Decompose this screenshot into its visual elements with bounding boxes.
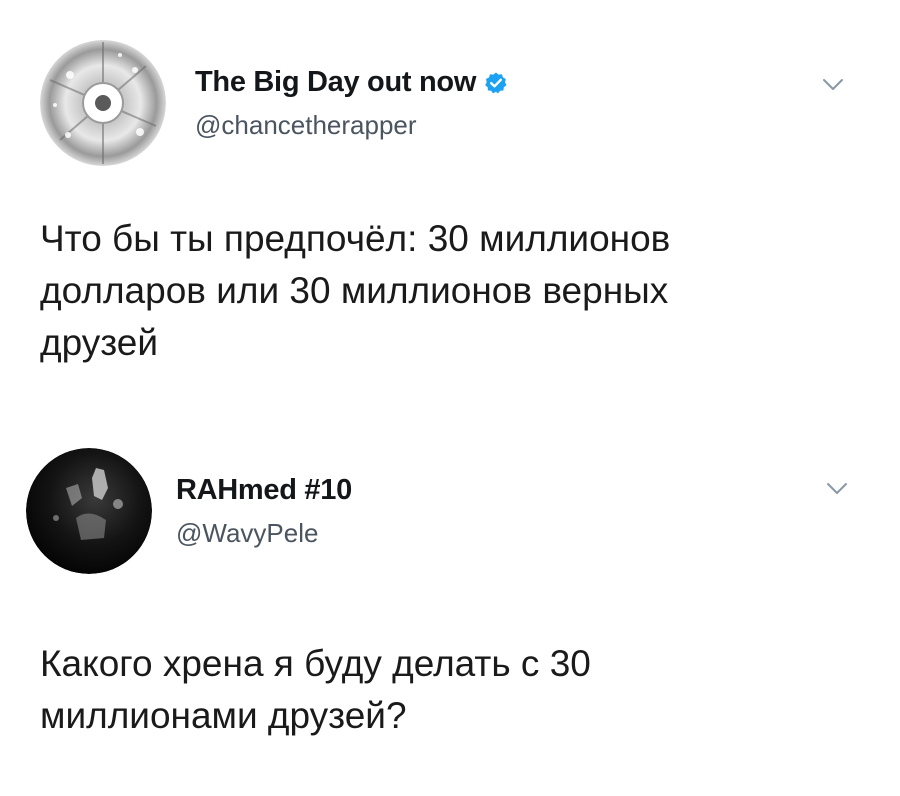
handle[interactable]: @WavyPele [176,518,318,549]
display-name[interactable]: RAHmed #10 [176,474,352,507]
name-row: The Big Day out now [195,66,508,99]
cd-disc-icon [40,40,166,166]
chevron-down-icon[interactable] [822,78,844,92]
avatar[interactable] [26,448,152,574]
dark-photo-icon [26,448,152,574]
tweet-text: Какого хрена я буду делать с 30 миллиона… [40,643,591,736]
tweet-text: Что бы ты предпочёл: 30 миллионов доллар… [40,218,671,363]
verified-badge-icon [485,72,507,93]
display-name[interactable]: The Big Day out now [195,66,476,99]
handle[interactable]: @chancetherapper [195,110,417,141]
chevron-down-icon[interactable] [826,482,848,496]
avatar[interactable] [40,40,166,166]
name-row: RAHmed #10 [176,474,352,507]
